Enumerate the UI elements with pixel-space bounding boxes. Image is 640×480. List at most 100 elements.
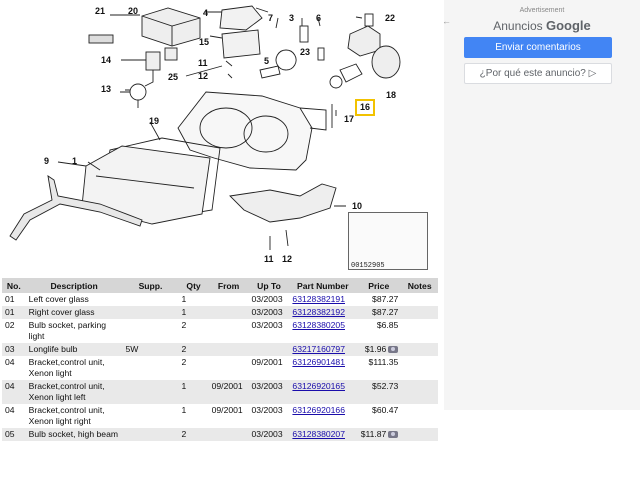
cell-notes bbox=[401, 293, 438, 306]
cell-no: 05 bbox=[2, 428, 26, 441]
part-number-link[interactable]: 63128380207 bbox=[292, 429, 345, 439]
cell-no: 03 bbox=[2, 343, 26, 356]
column-header: From bbox=[208, 278, 249, 293]
cell-from: 09/2001 bbox=[208, 380, 249, 404]
callout-label[interactable]: 22 bbox=[385, 14, 395, 23]
price-value: $87.27 bbox=[372, 307, 399, 317]
callout-label[interactable]: 13 bbox=[101, 85, 111, 94]
table-row: 05 Bulb socket, high beam 2 03/2003 6312… bbox=[2, 428, 438, 441]
cell-qty: 1 bbox=[178, 306, 209, 319]
cell-price: $1.96 bbox=[356, 343, 402, 356]
cell-notes bbox=[401, 404, 438, 428]
callout-label[interactable]: 20 bbox=[128, 7, 138, 16]
cell-part-number: 63126901481 bbox=[289, 356, 357, 380]
price-value: $52.73 bbox=[372, 381, 399, 391]
part-number-link[interactable]: 63128382191 bbox=[292, 294, 345, 304]
cell-from bbox=[208, 428, 249, 441]
part-number-link[interactable]: 63128380205 bbox=[292, 320, 345, 330]
part-number-link[interactable]: 63128382192 bbox=[292, 307, 345, 317]
ad-label: Advertisement bbox=[519, 7, 565, 14]
table-row: 04 Bracket,control unit, Xenon light lef… bbox=[2, 380, 438, 404]
cell-from: 09/2001 bbox=[208, 404, 249, 428]
cell-description: Bracket,control unit, Xenon light left bbox=[25, 380, 123, 404]
callout-label[interactable]: 12 bbox=[282, 255, 292, 264]
column-header: Supp. bbox=[122, 278, 179, 293]
cell-part-number: 63126920165 bbox=[289, 380, 357, 404]
callout-label[interactable]: 5 bbox=[264, 57, 269, 66]
callout-label[interactable]: 15 bbox=[199, 38, 209, 47]
cell-notes bbox=[401, 380, 438, 404]
ad-brand-name: Google bbox=[545, 18, 591, 33]
cell-description: Longlife bulb bbox=[25, 343, 123, 356]
cell-notes bbox=[401, 428, 438, 441]
part-number-link[interactable]: 63217160797 bbox=[292, 344, 345, 354]
cell-supp bbox=[122, 404, 179, 428]
cell-upto: 03/2003 bbox=[248, 319, 290, 343]
cell-price: $87.27 bbox=[356, 293, 402, 306]
callout-label[interactable]: 12 bbox=[198, 72, 208, 81]
callout-label[interactable]: 17 bbox=[344, 115, 354, 124]
cell-description: Right cover glass bbox=[25, 306, 123, 319]
cell-price: $87.27 bbox=[356, 306, 402, 319]
cell-supp bbox=[122, 356, 179, 380]
price-value: $111.35 bbox=[368, 357, 399, 367]
callout-label[interactable]: 4 bbox=[203, 9, 208, 18]
table-row: 01 Right cover glass 1 03/2003 631283821… bbox=[2, 306, 438, 319]
part-number-link[interactable]: 63126920166 bbox=[292, 405, 345, 415]
cell-description: Bulb socket, parking light bbox=[25, 319, 123, 343]
cell-qty: 1 bbox=[178, 380, 209, 404]
cell-part-number: 63217160797 bbox=[289, 343, 357, 356]
cell-price: $60.47 bbox=[356, 404, 402, 428]
price-value: $6.85 bbox=[376, 320, 399, 330]
cell-no: 02 bbox=[2, 319, 26, 343]
cell-upto: 03/2003 bbox=[248, 428, 290, 441]
cell-supp bbox=[122, 293, 179, 306]
camera-icon[interactable] bbox=[388, 346, 399, 354]
cell-upto: 03/2003 bbox=[248, 293, 290, 306]
cell-qty: 2 bbox=[178, 428, 209, 441]
part-number-link[interactable]: 63126920165 bbox=[292, 381, 345, 391]
callout-label[interactable]: 1 bbox=[72, 157, 77, 166]
send-feedback-button[interactable]: Enviar comentarios bbox=[464, 37, 612, 58]
cell-part-number: 63128382192 bbox=[289, 306, 357, 319]
callout-label[interactable]: 11 bbox=[264, 255, 274, 264]
table-row: 03 Longlife bulb 5W 2 63217160797 $1.96 bbox=[2, 343, 438, 356]
cell-price: $111.35 bbox=[356, 356, 402, 380]
camera-icon[interactable] bbox=[388, 431, 399, 439]
ad-brand-prefix: Anuncios bbox=[493, 19, 543, 33]
column-header: No. bbox=[2, 278, 26, 293]
part-number-link[interactable]: 63126901481 bbox=[292, 357, 345, 367]
callout-label[interactable]: 3 bbox=[289, 14, 294, 23]
callout-label-highlighted[interactable]: 16 bbox=[355, 99, 376, 116]
cell-description: Bracket,control unit, Xenon light right bbox=[25, 404, 123, 428]
why-this-ad-button[interactable]: ¿Por qué este anuncio? ▷ bbox=[464, 63, 612, 84]
parts-table-body: 01 Left cover glass 1 03/2003 6312838219… bbox=[2, 293, 438, 441]
column-header: Description bbox=[25, 278, 123, 293]
callout-label[interactable]: 19 bbox=[149, 117, 159, 126]
callout-label[interactable]: 23 bbox=[300, 48, 310, 57]
cell-supp bbox=[122, 428, 179, 441]
cell-qty: 1 bbox=[178, 293, 209, 306]
cell-no: 04 bbox=[2, 404, 26, 428]
cell-no: 01 bbox=[2, 293, 26, 306]
callout-label[interactable]: 7 bbox=[268, 14, 273, 23]
cell-supp bbox=[122, 319, 179, 343]
callout-label[interactable]: 11 bbox=[198, 59, 208, 68]
cell-part-number: 63128382191 bbox=[289, 293, 357, 306]
cell-from bbox=[208, 343, 249, 356]
callout-label[interactable]: 10 bbox=[352, 202, 362, 211]
table-row: 02 Bulb socket, parking light 2 03/2003 … bbox=[2, 319, 438, 343]
ad-panel: Advertisement ← Anuncios Google Enviar c… bbox=[442, 0, 640, 410]
callout-label[interactable]: 18 bbox=[386, 91, 396, 100]
callout-label[interactable]: 6 bbox=[316, 14, 321, 23]
callout-label[interactable]: 21 bbox=[95, 7, 105, 16]
cell-no: 04 bbox=[2, 356, 26, 380]
cell-no: 04 bbox=[2, 380, 26, 404]
cell-part-number: 63128380205 bbox=[289, 319, 357, 343]
cell-description: Left cover glass bbox=[25, 293, 123, 306]
cell-notes bbox=[401, 319, 438, 343]
callout-label[interactable]: 14 bbox=[101, 56, 111, 65]
cell-upto bbox=[248, 343, 290, 356]
callout-label[interactable]: 9 bbox=[44, 157, 49, 166]
callout-label[interactable]: 25 bbox=[168, 73, 178, 82]
